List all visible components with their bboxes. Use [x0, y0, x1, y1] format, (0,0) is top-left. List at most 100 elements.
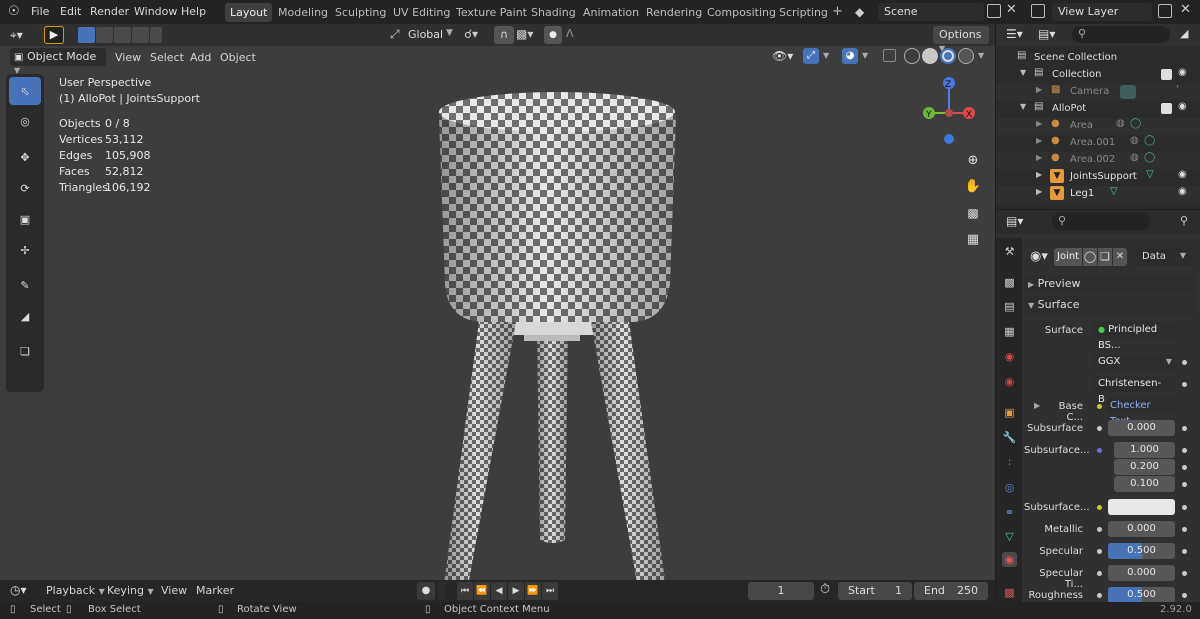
cursor-tool-icon[interactable]: ◎: [9, 107, 41, 135]
delete-scene-icon[interactable]: ✕: [1006, 2, 1017, 17]
jump-start-icon[interactable]: ⏮: [457, 582, 473, 600]
timeline-view-menu[interactable]: View: [161, 584, 187, 597]
keyframe-dot-icon[interactable]: [1182, 426, 1187, 431]
scene-tab-icon[interactable]: ◉: [1002, 349, 1017, 364]
subsurface-method-dropdown[interactable]: Christensen-B...: [1092, 376, 1176, 405]
play-icon[interactable]: ▶: [508, 582, 524, 600]
select-tool-icon[interactable]: ▶: [44, 26, 64, 44]
specular-slider[interactable]: 0.500: [1108, 543, 1175, 559]
select-mode-invert-icon[interactable]: [132, 27, 149, 43]
keyframe-dot-icon[interactable]: [1182, 360, 1187, 365]
end-frame-field[interactable]: End 250: [914, 582, 988, 600]
chevron-down-icon[interactable]: ▼: [823, 51, 829, 60]
shading-material-icon[interactable]: [940, 48, 956, 64]
rotate-tool-icon[interactable]: ⟳: [9, 174, 41, 202]
camera-view-icon[interactable]: ▩: [962, 202, 984, 224]
move-tool-icon[interactable]: ✥: [9, 143, 41, 171]
pin-icon[interactable]: ⚲: [1180, 214, 1188, 227]
object-menu[interactable]: Object: [220, 51, 256, 64]
snap-toggle-icon[interactable]: ∩: [494, 26, 514, 44]
delete-view-layer-icon[interactable]: ✕: [1180, 2, 1191, 17]
annotate-tool-icon[interactable]: ✎: [9, 271, 41, 299]
eye-icon[interactable]: ◉: [1178, 186, 1187, 197]
measure-tool-icon[interactable]: ◢: [9, 302, 41, 330]
eye-icon[interactable]: ◉: [1178, 101, 1187, 112]
keyframe-dot-icon[interactable]: [1182, 527, 1187, 532]
falloff-icon[interactable]: Λ: [566, 27, 574, 40]
surface-shader-field[interactable]: ● Principled BS...: [1092, 322, 1176, 351]
outliner-filter-icon[interactable]: ▤▾: [1038, 27, 1055, 41]
expand-arrow-icon[interactable]: ▶: [1036, 136, 1042, 145]
subsurface-radius-z-field[interactable]: 0.100: [1114, 476, 1175, 492]
keyframe-dot-icon[interactable]: [1182, 482, 1187, 487]
editor-type-icon[interactable]: ⌖▾: [10, 28, 23, 43]
blender-logo-icon[interactable]: ☉: [8, 4, 24, 20]
tab-rendering[interactable]: Rendering: [641, 3, 707, 22]
menu-help[interactable]: Help: [181, 5, 206, 18]
menu-edit[interactable]: Edit: [60, 5, 81, 18]
socket-icon[interactable]: [1097, 571, 1102, 576]
subsurface-radius-x-field[interactable]: 1.000: [1114, 442, 1175, 458]
metallic-field[interactable]: 0.000: [1108, 521, 1175, 537]
view-menu[interactable]: View: [115, 51, 141, 64]
keyframe-dot-icon[interactable]: [1182, 593, 1187, 598]
tab-sculpting[interactable]: Sculpting: [330, 3, 391, 22]
menu-window[interactable]: Window: [134, 5, 177, 18]
play-reverse-icon[interactable]: ◀: [491, 582, 507, 600]
eye-icon[interactable]: ◉: [1178, 67, 1187, 78]
gizmo-toggle-icon[interactable]: ⤢: [803, 48, 819, 64]
current-frame-field[interactable]: 1: [748, 582, 814, 600]
menu-render[interactable]: Render: [90, 5, 129, 18]
proportional-edit-icon[interactable]: ●: [544, 26, 562, 44]
base-color-field[interactable]: Checker Text...: [1106, 398, 1176, 427]
select-mode-intersect-icon[interactable]: [150, 27, 162, 43]
jump-keyframe-forward-icon[interactable]: ⏩: [525, 582, 541, 600]
add-cube-tool-icon[interactable]: ❏: [9, 337, 41, 365]
surface-panel-header[interactable]: ▼ Surface: [1024, 296, 1196, 315]
transform-orientation-icon[interactable]: ⤢: [390, 27, 400, 42]
select-mode-extend-icon[interactable]: [96, 27, 113, 43]
tab-texture-paint[interactable]: Texture Paint: [451, 3, 532, 22]
shading-rendered-icon[interactable]: [958, 48, 974, 64]
start-frame-field[interactable]: Start 1: [838, 582, 912, 600]
expand-arrow-icon[interactable]: ▶: [1036, 170, 1042, 179]
subsurface-radius-y-field[interactable]: 0.200: [1114, 459, 1175, 475]
tab-uv-editing[interactable]: UV Editing: [388, 3, 455, 22]
constraints-tab-icon[interactable]: ⚭: [1002, 505, 1017, 520]
menu-file[interactable]: File: [31, 5, 49, 18]
scene-icon[interactable]: ◆: [855, 4, 871, 20]
3d-viewport[interactable]: ⌖▾ ▶ ⤢ Global ▼ ☌▾ ∩ ▩▾ ● Λ Options ▼ ▣ …: [0, 24, 995, 584]
transform-orientation-dropdown[interactable]: Global: [408, 28, 443, 41]
particles-tab-icon[interactable]: ∶: [1002, 455, 1017, 470]
record-button-icon[interactable]: ●: [417, 582, 435, 600]
data-tab-icon[interactable]: ▽: [1002, 529, 1017, 544]
add-workspace-button[interactable]: +: [827, 1, 848, 20]
auto-keying-icon[interactable]: [438, 582, 446, 600]
keyframe-dot-icon[interactable]: [1182, 549, 1187, 554]
texture-tab-icon[interactable]: ▩: [1002, 585, 1017, 600]
vector-socket-icon[interactable]: [1097, 448, 1102, 453]
scene-field[interactable]: Scene: [878, 3, 984, 21]
outliner-row[interactable]: ▼ ▤ Collection ◉: [996, 67, 1200, 84]
socket-icon[interactable]: [1097, 527, 1102, 532]
subsurface-field[interactable]: 0.000: [1108, 420, 1175, 436]
color-socket-icon[interactable]: [1097, 505, 1102, 510]
properties-editor-type-icon[interactable]: ▤▾: [1006, 214, 1023, 228]
outliner-funnel-icon[interactable]: ◢: [1180, 27, 1188, 40]
tab-scripting[interactable]: Scripting: [774, 3, 833, 22]
outliner-row[interactable]: ▶ ● Area.002 ◍ ◯: [996, 152, 1200, 169]
jump-keyframe-back-icon[interactable]: ⏪: [474, 582, 490, 600]
zoom-icon[interactable]: ⊕: [962, 150, 984, 172]
preview-panel-header[interactable]: ▶ Preview: [1024, 275, 1196, 294]
outliner-row[interactable]: ▶ ▼ JointsSupport ▽ ◉: [996, 169, 1200, 186]
object-mode-dropdown[interactable]: ▣ Object Mode ▼: [10, 48, 106, 75]
marker-menu[interactable]: Marker: [196, 584, 234, 597]
chevron-down-icon[interactable]: ▼: [978, 51, 984, 60]
tab-compositing[interactable]: Compositing: [702, 3, 781, 22]
shading-wireframe-icon[interactable]: [904, 48, 920, 64]
checkbox-icon[interactable]: [1161, 103, 1172, 114]
pan-hand-icon[interactable]: ✋: [962, 176, 984, 198]
modifiers-tab-icon[interactable]: 🔧: [1002, 430, 1017, 445]
subsurface-color-swatch[interactable]: [1108, 499, 1175, 515]
keyframe-dot-icon[interactable]: [1182, 382, 1187, 387]
